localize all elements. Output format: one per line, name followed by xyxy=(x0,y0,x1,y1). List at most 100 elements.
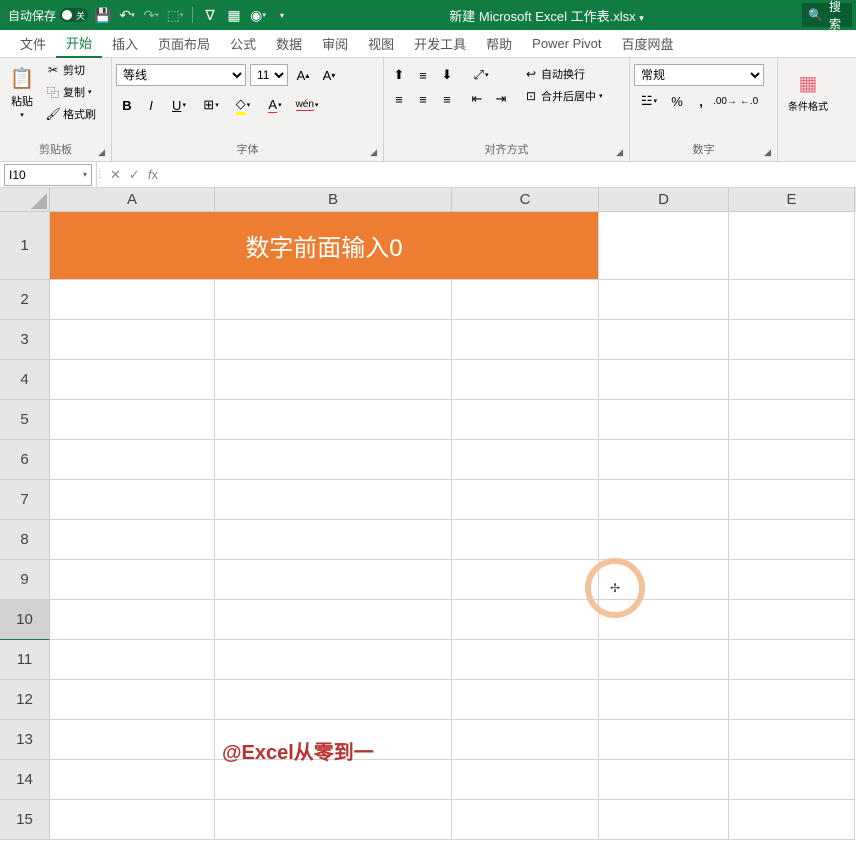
decrease-decimal-button[interactable]: ←.0 xyxy=(738,90,760,112)
cell[interactable] xyxy=(50,680,215,720)
tab-review[interactable]: 审阅 xyxy=(312,30,358,58)
cell[interactable] xyxy=(215,400,452,440)
row-header-9[interactable]: 9 xyxy=(0,560,50,600)
tab-home[interactable]: 开始 xyxy=(56,30,102,58)
cell[interactable] xyxy=(215,440,452,480)
cell[interactable] xyxy=(729,800,855,840)
cell[interactable] xyxy=(729,440,855,480)
row-header-1[interactable]: 1 xyxy=(0,212,50,280)
row-header-5[interactable]: 5 xyxy=(0,400,50,440)
number-format-select[interactable]: 常规 xyxy=(634,64,764,86)
tab-file[interactable]: 文件 xyxy=(10,30,56,58)
tab-help[interactable]: 帮助 xyxy=(476,30,522,58)
row-header-13[interactable]: 13 xyxy=(0,720,50,760)
cell[interactable] xyxy=(452,720,599,760)
cell[interactable] xyxy=(215,520,452,560)
accounting-format-button[interactable]: ☳▾ xyxy=(634,90,664,112)
clipboard-launcher[interactable]: ◢ xyxy=(98,145,105,159)
cut-button[interactable]: ✂剪切 xyxy=(44,60,98,80)
fx-button[interactable]: fx xyxy=(148,167,158,183)
bold-button[interactable]: B xyxy=(116,94,138,116)
search-box[interactable]: 🔍 搜索 xyxy=(802,3,852,27)
col-header-E[interactable]: E xyxy=(729,188,855,212)
conditional-format-button[interactable]: ▦ 条件格式 xyxy=(782,60,834,124)
cell[interactable] xyxy=(215,560,452,600)
cell[interactable] xyxy=(50,720,215,760)
tab-formulas[interactable]: 公式 xyxy=(220,30,266,58)
cell[interactable] xyxy=(452,280,599,320)
copy-button[interactable]: ⿻复制▾ xyxy=(44,82,98,102)
row-header-10[interactable]: 10 xyxy=(0,600,50,640)
cell[interactable] xyxy=(599,520,729,560)
align-right-button[interactable]: ≡ xyxy=(436,88,458,110)
col-header-B[interactable]: B xyxy=(215,188,452,212)
cell[interactable] xyxy=(729,520,855,560)
autosave-toggle[interactable]: 自动保存 关 xyxy=(8,7,88,24)
cell[interactable] xyxy=(50,640,215,680)
cell[interactable] xyxy=(729,360,855,400)
enter-formula-button[interactable]: ✓ xyxy=(129,167,140,183)
align-top-button[interactable]: ⬆ xyxy=(388,64,410,86)
cell[interactable] xyxy=(599,480,729,520)
tab-layout[interactable]: 页面布局 xyxy=(148,30,220,58)
cell[interactable] xyxy=(452,360,599,400)
row-header-7[interactable]: 7 xyxy=(0,480,50,520)
cell[interactable] xyxy=(215,800,452,840)
row-header-12[interactable]: 12 xyxy=(0,680,50,720)
col-header-A[interactable]: A xyxy=(50,188,215,212)
increase-indent-button[interactable]: ⇥ xyxy=(490,88,512,110)
row-header-8[interactable]: 8 xyxy=(0,520,50,560)
font-launcher[interactable]: ◢ xyxy=(370,145,377,159)
italic-button[interactable]: I xyxy=(140,94,162,116)
increase-font-button[interactable]: A▴ xyxy=(292,64,314,86)
cell[interactable] xyxy=(215,640,452,680)
cell[interactable] xyxy=(729,680,855,720)
cell[interactable] xyxy=(50,360,215,400)
cell[interactable] xyxy=(452,520,599,560)
tab-data[interactable]: 数据 xyxy=(266,30,312,58)
border-button[interactable]: ⊞▾ xyxy=(196,94,226,116)
select-all-corner[interactable] xyxy=(0,188,50,212)
cell[interactable] xyxy=(50,440,215,480)
phonetic-button[interactable]: wén▾ xyxy=(292,94,322,116)
cell[interactable] xyxy=(599,320,729,360)
merged-title-cell[interactable]: 数字前面输入0 xyxy=(50,212,599,280)
cell[interactable] xyxy=(50,800,215,840)
cell[interactable] xyxy=(599,760,729,800)
cell[interactable] xyxy=(729,720,855,760)
cell[interactable] xyxy=(215,280,452,320)
tab-insert[interactable]: 插入 xyxy=(102,30,148,58)
cell[interactable] xyxy=(729,400,855,440)
cell[interactable] xyxy=(50,760,215,800)
row-header-14[interactable]: 14 xyxy=(0,760,50,800)
cell[interactable] xyxy=(50,560,215,600)
font-size-select[interactable]: 11 xyxy=(250,64,288,86)
cell[interactable] xyxy=(50,600,215,640)
cell[interactable] xyxy=(50,480,215,520)
cell[interactable] xyxy=(729,760,855,800)
cell[interactable] xyxy=(452,560,599,600)
cell[interactable] xyxy=(50,400,215,440)
comma-button[interactable]: , xyxy=(690,90,712,112)
undo-icon[interactable]: ↶▾ xyxy=(118,6,136,24)
cell[interactable] xyxy=(452,400,599,440)
increase-decimal-button[interactable]: .00→ xyxy=(714,90,736,112)
cell[interactable] xyxy=(729,560,855,600)
cell[interactable] xyxy=(599,212,729,280)
cell[interactable] xyxy=(215,320,452,360)
cell[interactable] xyxy=(215,720,452,760)
cancel-formula-button[interactable]: ✕ xyxy=(110,167,121,183)
font-color-button[interactable]: A▾ xyxy=(260,94,290,116)
cell[interactable] xyxy=(599,280,729,320)
cell[interactable] xyxy=(599,400,729,440)
cell[interactable] xyxy=(599,800,729,840)
cell[interactable] xyxy=(729,600,855,640)
number-launcher[interactable]: ◢ xyxy=(764,145,771,159)
redo-icon[interactable]: ↷▾ xyxy=(142,6,160,24)
align-left-button[interactable]: ≡ xyxy=(388,88,410,110)
col-header-C[interactable]: C xyxy=(452,188,599,212)
cell[interactable] xyxy=(599,600,729,640)
row-header-11[interactable]: 11 xyxy=(0,640,50,680)
merge-center-button[interactable]: ⊡合并后居中▾ xyxy=(522,86,605,106)
align-bottom-button[interactable]: ⬇ xyxy=(436,64,458,86)
